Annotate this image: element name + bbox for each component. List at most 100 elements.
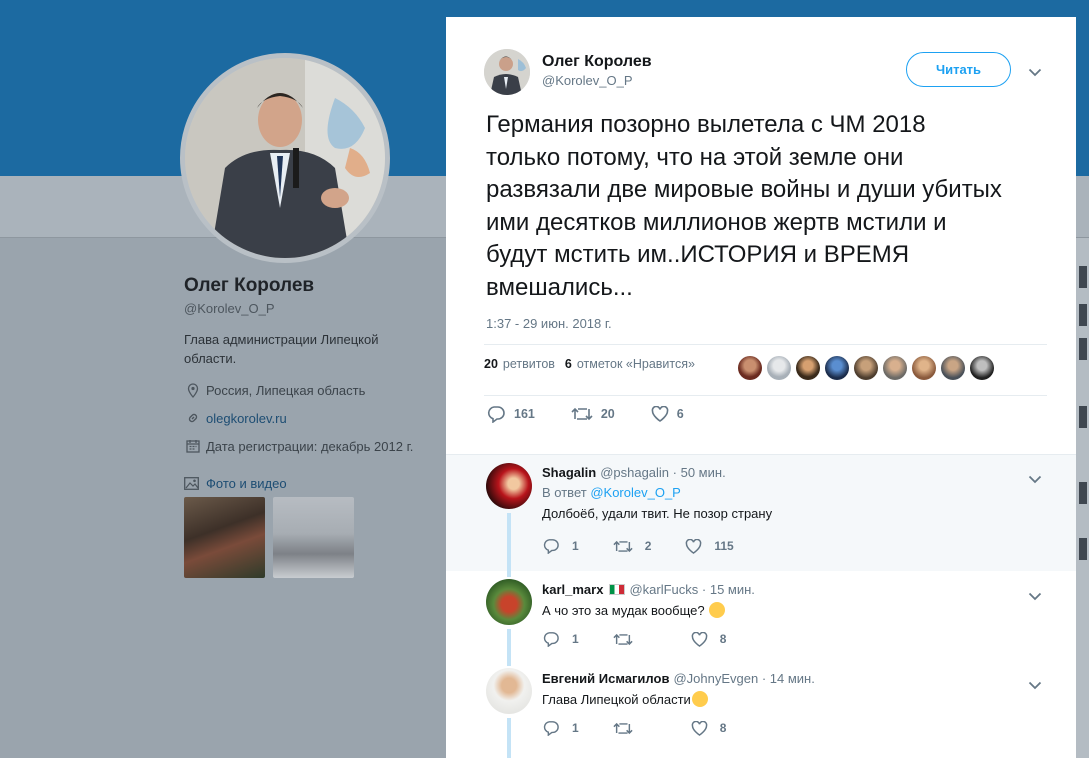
like-button[interactable]: 8 [691,631,727,647]
profile-website[interactable]: olegkorolev.ru [184,408,434,428]
reply-icon [543,632,559,647]
reply-count: 1 [572,632,579,646]
heart-icon [691,720,707,736]
reply-text: Глава Липецкой области [542,692,691,707]
reply-avatar[interactable] [486,668,532,714]
retweets-label[interactable]: ретвитов [503,357,555,371]
tweet-author-avatar[interactable] [484,49,530,95]
like-button[interactable]: 115 [685,538,734,554]
thread-line [507,513,511,572]
photos-videos-link[interactable]: Фото и видео [184,476,434,491]
reply-author-name[interactable]: Евгений Исмагилов [542,671,669,686]
chevron-down-icon[interactable] [1028,588,1042,606]
photos-videos-label[interactable]: Фото и видео [206,476,287,491]
reply-item[interactable]: Shagalin @pshagalin · 50 мин. В ответ @K… [446,454,1076,572]
retweet-button[interactable] [613,721,645,736]
like-count: 8 [719,632,727,646]
reply-avatar[interactable] [486,579,532,625]
reply-text: А чо это за мудак вообще? [542,603,705,618]
profile-sidebar: Олег Королев @Korolev_O_P Глава админист… [184,275,434,578]
tweet-author-name[interactable]: Олег Королев [542,53,652,71]
retweets-count[interactable]: 20 [484,357,498,371]
like-button[interactable]: 6 [651,406,684,422]
liker-avatar[interactable] [912,356,936,380]
retweet-count: 2 [644,539,652,553]
retweet-icon [613,633,633,645]
reply-item[interactable]: Евгений Исмагилов @JohnyEvgen · 14 мин. … [446,660,1076,758]
profile-website-link[interactable]: olegkorolev.ru [206,411,287,426]
liker-avatar[interactable] [883,356,907,380]
thread-line [507,718,511,758]
reply-author-name[interactable]: karl_marx [542,582,603,597]
reply-button[interactable]: 1 [542,538,579,554]
like-count: 6 [676,407,684,421]
liker-avatar[interactable] [825,356,849,380]
follow-button[interactable]: Читать [906,52,1011,87]
reply-author-handle[interactable]: @karlFucks [629,582,698,597]
reply-count: 1 [572,539,579,553]
profile-bio: Глава администрации Липецкой области. [184,332,379,366]
thread-line [507,571,511,577]
liker-avatar[interactable] [970,356,994,380]
like-button[interactable]: 8 [691,720,727,736]
retweet-button[interactable]: 20 [571,406,615,422]
like-count: 115 [714,539,734,553]
reply-button[interactable]: 1 [542,720,579,736]
profile-location-text: Россия, Липецкая область [206,382,366,398]
reply-time[interactable]: · 14 мин. [762,671,815,686]
replies-list: Shagalin @pshagalin · 50 мин. В ответ @K… [446,454,1076,758]
reply-icon [487,406,505,423]
reply-to-handle[interactable]: @Korolev_O_P [590,485,681,500]
chevron-down-icon[interactable] [1028,64,1042,82]
crying-emoji-icon [691,691,708,707]
tweet-author-handle[interactable]: @Korolev_O_P [542,73,652,88]
retweet-icon [571,407,593,421]
heart-icon [651,406,669,422]
tweet-stats: 20 ретвитов 6 отметок «Нравится» [484,357,695,371]
liker-avatar[interactable] [854,356,878,380]
likes-count[interactable]: 6 [565,357,572,371]
chevron-down-icon[interactable] [1028,677,1042,695]
tweet-author: Олег Королев @Korolev_O_P [484,49,652,95]
reply-time[interactable]: · 50 мин. [673,465,726,480]
like-count: 8 [719,721,727,735]
reply-button[interactable]: 1 [542,631,579,647]
reply-text-row: Глава Липецкой области [542,691,1036,707]
tweet-text: Германия позорно вылетела с ЧМ 2018 толь… [486,111,1002,301]
reply-author-handle[interactable]: @pshagalin [600,465,669,480]
retweet-button[interactable]: 2 [613,539,652,554]
heart-icon [686,538,702,554]
reply-item[interactable]: karl_marx @karlFucks · 15 мин. А чо это … [446,571,1076,660]
divider [484,344,1047,345]
liker-avatar[interactable] [941,356,965,380]
italy-flag-icon [609,584,626,595]
likes-label[interactable]: отметок «Нравится» [577,357,695,371]
media-thumbnail[interactable] [184,497,265,578]
retweet-icon [613,722,633,734]
reply-time[interactable]: · 15 мин. [702,582,755,597]
tweet-timestamp[interactable]: 1:37 - 29 июн. 2018 г. [486,316,612,331]
reply-text-row: А чо это за мудак вообще? [542,602,1036,618]
profile-handle[interactable]: @Korolev_O_P [184,301,434,316]
reply-count: 161 [514,407,535,421]
reply-avatar[interactable] [486,463,532,509]
divider [484,395,1047,396]
reply-to: В ответ @Korolev_O_P [542,485,1036,500]
liker-avatar[interactable] [796,356,820,380]
chevron-down-icon[interactable] [1028,471,1042,489]
liker-avatar[interactable] [767,356,791,380]
media-thumbnail[interactable] [273,497,354,578]
reply-to-prefix: В ответ [542,485,587,500]
profile-name[interactable]: Олег Королев [184,275,434,297]
retweet-count: 20 [600,407,615,421]
reply-author-handle[interactable]: @JohnyEvgen [673,671,758,686]
reply-button[interactable]: 161 [486,405,535,423]
thread-line [507,629,511,660]
retweet-icon [613,540,633,552]
profile-avatar[interactable] [180,53,390,263]
liker-avatar[interactable] [738,356,762,380]
reply-author-name[interactable]: Shagalin [542,465,596,480]
reply-icon [543,721,559,736]
retweet-button[interactable] [613,632,645,647]
location-pin-icon [184,382,202,398]
